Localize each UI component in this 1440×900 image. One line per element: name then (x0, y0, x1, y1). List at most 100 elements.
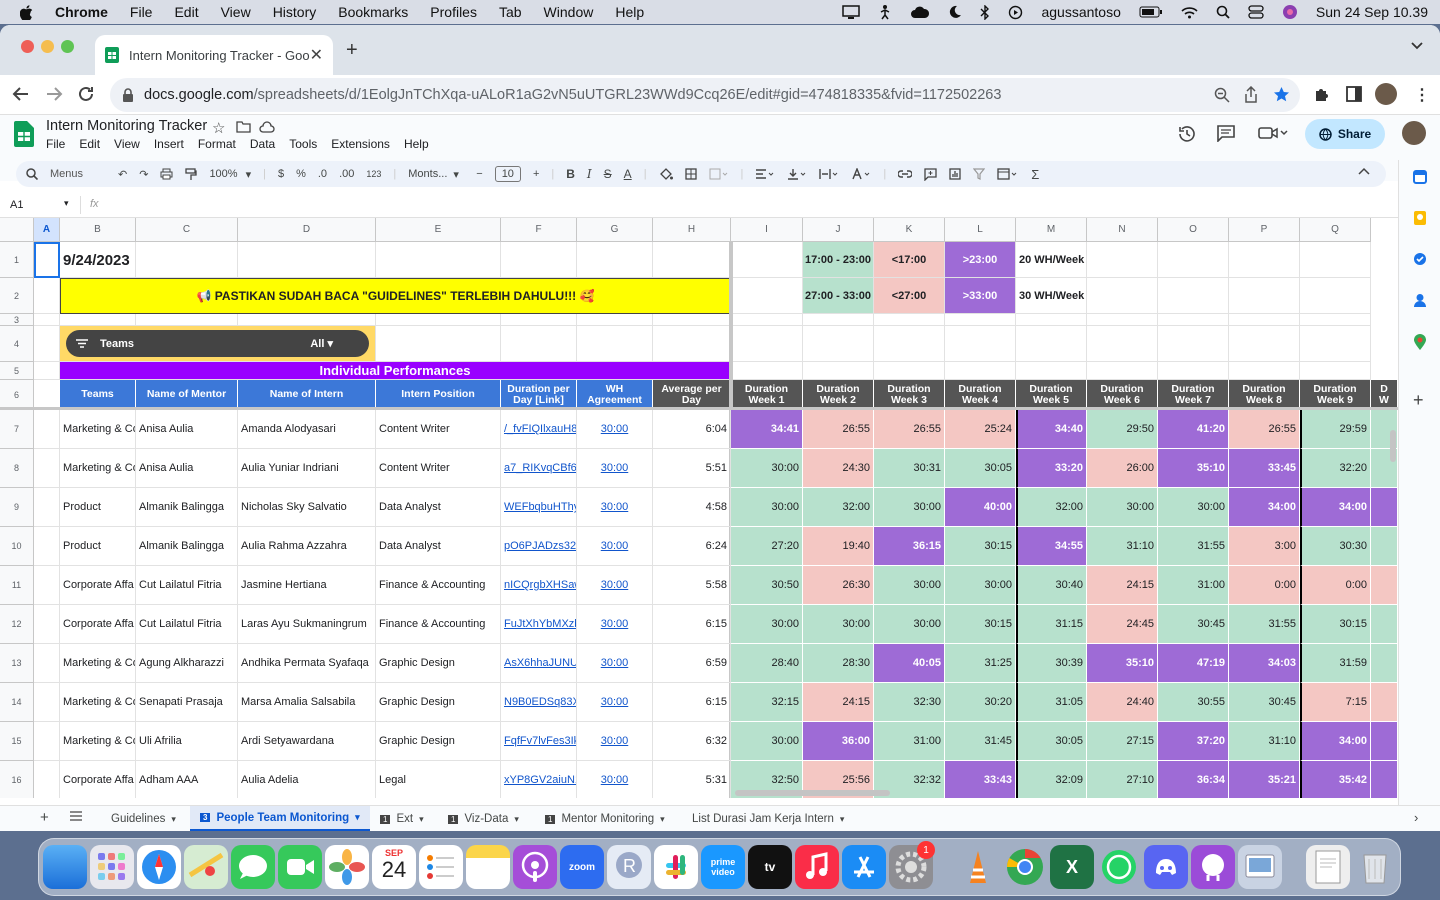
duration-link-cell[interactable]: nICQrgbXHSaw (501, 566, 577, 605)
sheet-tab-guidelines[interactable]: Guidelines ▾ (111, 806, 176, 831)
team-cell[interactable]: Marketing & Co (60, 410, 136, 449)
reload-icon[interactable] (77, 85, 95, 103)
cell[interactable] (945, 314, 1016, 326)
week-7-cell[interactable]: 36:34 (1158, 761, 1229, 798)
week-9-cell[interactable]: 30:15 (1300, 605, 1371, 644)
vertical-scrollbar[interactable] (1390, 430, 1396, 462)
cell[interactable] (803, 362, 874, 380)
week-8-cell[interactable]: 0:00 (1229, 566, 1300, 605)
filter-views-icon[interactable] (997, 168, 1019, 180)
column-header-e[interactable]: E (376, 218, 501, 242)
sheet-tabs-scroll-icon[interactable]: › (1414, 810, 1418, 825)
week-9-cell[interactable]: 7:15 (1300, 683, 1371, 722)
week-5-cell[interactable]: 31:05 (1016, 683, 1087, 722)
week-4-cell[interactable]: 30:20 (945, 683, 1016, 722)
week-7-cell[interactable]: 30:00 (1158, 488, 1229, 527)
week-7-cell[interactable]: 47:19 (1158, 644, 1229, 683)
week-9-cell[interactable]: 29:59 (1300, 410, 1371, 449)
column-header-l[interactable]: L (945, 218, 1016, 242)
profile-avatar[interactable] (1375, 83, 1397, 105)
menubar-tab[interactable]: Tab (499, 4, 522, 20)
cell[interactable] (1016, 314, 1087, 326)
cell[interactable] (731, 242, 803, 278)
week-7-cell[interactable]: 31:00 (1158, 566, 1229, 605)
cell[interactable] (1158, 326, 1229, 362)
team-cell[interactable]: Corporate Affa (60, 605, 136, 644)
week-1-cell[interactable]: 32:15 (731, 683, 803, 722)
meet-camera-icon[interactable] (1258, 126, 1288, 140)
tab-search-chevron-icon[interactable] (1410, 41, 1424, 51)
week-3-cell[interactable]: 32:30 (874, 683, 945, 722)
zoom-app-icon[interactable]: zoom (560, 845, 604, 889)
siri-icon[interactable] (1282, 4, 1298, 20)
cell[interactable] (136, 242, 238, 278)
calendar-app-icon[interactable]: SEP 24 (372, 845, 416, 889)
wh-agreement-cell[interactable]: 30:00 (577, 644, 653, 683)
duration-link-cell[interactable]: /_fvFIQIlxauH8 (501, 410, 577, 449)
row-header-9[interactable]: 9 (0, 488, 34, 527)
menubar-edit[interactable]: Edit (174, 4, 198, 20)
week-6-cell[interactable]: 26:00 (1087, 449, 1158, 488)
column-header-p[interactable]: P (1229, 218, 1300, 242)
cell[interactable] (653, 242, 731, 278)
menu-data[interactable]: Data (250, 137, 275, 151)
teams-filter-cell[interactable]: Teams All ▾ (60, 326, 376, 362)
menu-extensions[interactable]: Extensions (331, 137, 390, 151)
side-panel-icon[interactable] (1346, 86, 1362, 102)
spreadsheet-grid[interactable]: A B C D E F G H I J K L M N O P Q 1 2 3 4 5 6 7 8 9 10 11 12 13 14 15 16… (0, 218, 1398, 798)
font-size-decrease-icon[interactable]: − (476, 168, 482, 180)
position-cell[interactable]: Content Writer (376, 449, 501, 488)
week-3-cell[interactable]: 26:55 (874, 410, 945, 449)
text-color-icon[interactable]: A (624, 167, 632, 181)
cell[interactable] (577, 326, 653, 362)
version-history-icon[interactable] (1178, 125, 1196, 143)
cell[interactable] (34, 527, 60, 566)
position-cell[interactable]: Graphic Design (376, 644, 501, 683)
fill-color-icon[interactable] (659, 167, 673, 181)
mentor-cell[interactable]: Agung Alkharazzi (136, 644, 238, 683)
week-1-cell[interactable]: 30:00 (731, 449, 803, 488)
week-9-cell[interactable]: 30:30 (1300, 527, 1371, 566)
cell[interactable] (1371, 644, 1398, 683)
maps-icon[interactable] (184, 845, 228, 889)
maps-addon-icon[interactable] (1414, 334, 1426, 350)
menubar-user[interactable]: agussantoso (1041, 4, 1120, 20)
week-4-cell[interactable]: 25:24 (945, 410, 1016, 449)
menu-format[interactable]: Format (198, 137, 236, 151)
music-icon[interactable] (795, 845, 839, 889)
intern-cell[interactable]: Jasmine Hertiana (238, 566, 376, 605)
calendar-addon-icon[interactable] (1413, 170, 1427, 184)
week-8-cell[interactable]: 30:45 (1229, 683, 1300, 722)
zoom-select[interactable]: 100% ▾ (209, 168, 251, 181)
cell[interactable] (34, 488, 60, 527)
column-header-o[interactable]: O (1158, 218, 1229, 242)
apple-tv-icon[interactable]: tv (748, 845, 792, 889)
wh-agreement-cell[interactable]: 30:00 (577, 488, 653, 527)
average-cell[interactable]: 6:15 (653, 683, 731, 722)
cell[interactable] (577, 242, 653, 278)
menubar-profiles[interactable]: Profiles (430, 4, 477, 20)
cell[interactable] (1229, 278, 1300, 314)
week-2-cell[interactable]: 19:40 (803, 527, 874, 566)
column-header-a[interactable]: A (34, 218, 60, 242)
week-8-cell[interactable]: 3:00 (1229, 527, 1300, 566)
wh-agreement-cell[interactable]: 30:00 (577, 449, 653, 488)
position-cell[interactable]: Legal (376, 761, 501, 798)
cell[interactable] (34, 566, 60, 605)
cell[interactable] (376, 326, 501, 362)
podcasts-icon[interactable] (513, 845, 557, 889)
mentor-cell[interactable]: Anisa Aulia (136, 449, 238, 488)
decrease-decimal-button[interactable]: .0 (318, 168, 327, 180)
week-4-cell[interactable]: 31:45 (945, 722, 1016, 761)
row-header-7[interactable]: 7 (0, 410, 34, 449)
week-8-cell[interactable]: 31:55 (1229, 605, 1300, 644)
position-cell[interactable]: Content Writer (376, 410, 501, 449)
slack-icon[interactable] (654, 845, 698, 889)
average-cell[interactable]: 6:24 (653, 527, 731, 566)
font-size-input[interactable]: 10 (494, 166, 521, 182)
trash-icon[interactable] (1353, 845, 1397, 889)
week-8-cell[interactable]: 26:55 (1229, 410, 1300, 449)
photos-icon[interactable] (325, 845, 369, 889)
cell[interactable] (731, 362, 803, 380)
duration-link-cell[interactable]: xYP8GV2aiuN15 (501, 761, 577, 798)
